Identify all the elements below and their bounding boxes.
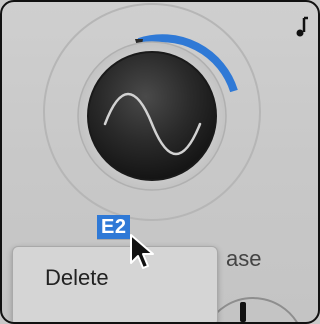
- plugin-panel: E2 ase Delete: [0, 0, 320, 324]
- knob-value-label: E2: [97, 215, 131, 239]
- note-icon: [296, 16, 308, 37]
- phase-label: ase: [226, 246, 262, 271]
- menu-item-delete[interactable]: Delete: [13, 261, 217, 295]
- context-menu: Delete: [12, 246, 218, 322]
- arrow-cursor-icon: [130, 234, 154, 269]
- adjacent-knob-pointer: [240, 302, 246, 322]
- adjacent-knob-edge: [208, 297, 298, 322]
